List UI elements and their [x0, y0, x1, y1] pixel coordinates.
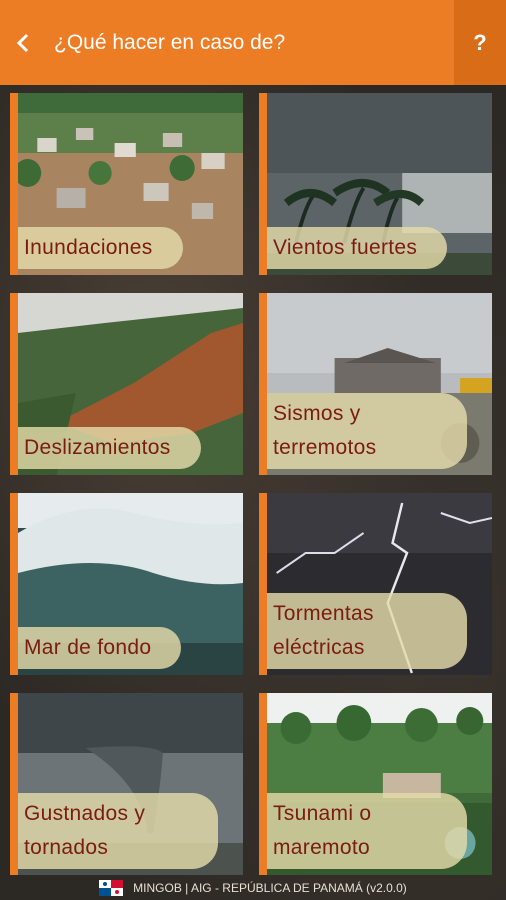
- card-vientos-fuertes[interactable]: Vientos fuertes: [259, 93, 492, 275]
- card-label: Gustnados y tornados: [18, 793, 218, 869]
- card-mar-de-fondo[interactable]: Mar de fondo: [10, 493, 243, 675]
- chevron-left-icon: [16, 33, 29, 52]
- card-label: Sismos y terremotos: [267, 393, 467, 469]
- card-label: Tormentas eléctricas: [267, 593, 467, 669]
- card-label: Deslizamientos: [18, 427, 201, 469]
- help-button[interactable]: ?: [454, 0, 506, 85]
- card-deslizamientos[interactable]: Deslizamientos: [10, 293, 243, 475]
- card-tsunami-maremoto[interactable]: Tsunami o maremoto: [259, 693, 492, 875]
- app-bar: ¿Qué hacer en caso de? ?: [0, 0, 506, 85]
- card-label: Mar de fondo: [18, 627, 182, 669]
- card-label: Tsunami o maremoto: [267, 793, 467, 869]
- card-label: Vientos fuertes: [267, 227, 448, 269]
- card-sismos-terremotos[interactable]: Sismos y terremotos: [259, 293, 492, 475]
- card-gustnados-tornados[interactable]: Gustnados y tornados: [10, 693, 243, 875]
- card-label: Inundaciones: [18, 227, 183, 269]
- footer-text: MINGOB | AIG - REPÚBLICA DE PANAMÁ (v2.0…: [133, 881, 407, 895]
- card-inundaciones[interactable]: Inundaciones: [10, 93, 243, 275]
- card-tormentas-electricas[interactable]: Tormentas eléctricas: [259, 493, 492, 675]
- back-button[interactable]: [0, 0, 46, 85]
- page-title: ¿Qué hacer en caso de?: [54, 30, 286, 54]
- footer: MINGOB | AIG - REPÚBLICA DE PANAMÁ (v2.0…: [0, 876, 506, 900]
- panama-flag-icon: [99, 880, 124, 896]
